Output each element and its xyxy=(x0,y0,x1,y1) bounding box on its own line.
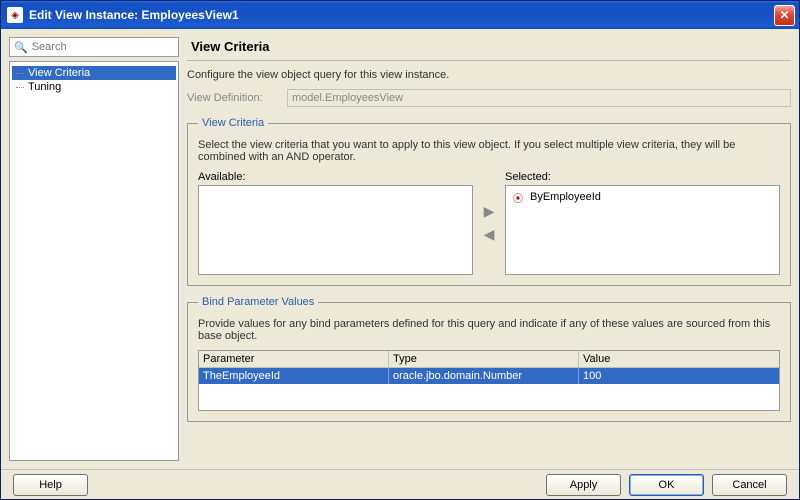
view-definition-label: View Definition: xyxy=(187,92,277,104)
table-row[interactable]: TheEmployeeId oracle.jbo.domain.Number 1… xyxy=(199,368,779,384)
list-item-label: ByEmployeeId xyxy=(530,191,601,203)
selected-list[interactable]: ⦿ ByEmployeeId xyxy=(505,185,780,275)
apply-button[interactable]: Apply xyxy=(546,474,621,496)
bind-params-group: Bind Parameter Values Provide values for… xyxy=(187,296,791,422)
bind-params-table: Parameter Type Value TheEmployeeId oracl… xyxy=(198,350,780,411)
view-criteria-legend: View Criteria xyxy=(198,117,268,129)
col-header-value[interactable]: Value xyxy=(579,351,779,368)
view-criteria-help: Select the view criteria that you want t… xyxy=(198,139,780,163)
cancel-button[interactable]: Cancel xyxy=(712,474,787,496)
page-intro: Configure the view object query for this… xyxy=(187,69,791,81)
search-icon: 🔍 xyxy=(14,41,28,54)
main-panel: View Criteria Configure the view object … xyxy=(187,37,791,461)
dialog-footer: Help Apply OK Cancel xyxy=(1,469,799,499)
titlebar: ◈ Edit View Instance: EmployeesView1 ✕ xyxy=(1,1,799,29)
nav-item-view-criteria[interactable]: View Criteria xyxy=(12,66,176,80)
selected-label: Selected xyxy=(505,171,780,183)
search-input[interactable]: 🔍 xyxy=(9,37,179,57)
view-criteria-group: View Criteria Select the view criteria t… xyxy=(187,117,791,286)
ok-button[interactable]: OK xyxy=(629,474,704,496)
close-button[interactable]: ✕ xyxy=(774,5,795,26)
nav-tree: View Criteria Tuning xyxy=(9,61,179,461)
help-button[interactable]: Help xyxy=(13,474,88,496)
nav-item-tuning[interactable]: Tuning xyxy=(12,80,176,94)
cell-value[interactable]: 100 xyxy=(579,368,779,384)
col-header-type[interactable]: Type xyxy=(389,351,579,368)
available-label: Available xyxy=(198,171,473,183)
app-icon: ◈ xyxy=(7,7,23,23)
cell-parameter: TheEmployeeId xyxy=(199,368,389,384)
criteria-icon: ⦿ xyxy=(510,189,526,205)
bind-params-help: Provide values for any bind parameters d… xyxy=(198,318,780,342)
window-title: Edit View Instance: EmployeesView1 xyxy=(29,8,774,22)
available-list[interactable] xyxy=(198,185,473,275)
search-field[interactable] xyxy=(32,41,174,53)
page-title: View Criteria xyxy=(187,37,791,61)
bind-params-legend: Bind Parameter Values xyxy=(198,296,318,308)
col-header-parameter[interactable]: Parameter xyxy=(199,351,389,368)
view-definition-field: model.EmployeesView xyxy=(287,89,791,107)
cell-type: oracle.jbo.domain.Number xyxy=(389,368,579,384)
move-right-button[interactable]: ▶ xyxy=(481,203,497,220)
sidebar: 🔍 View Criteria Tuning xyxy=(9,37,179,461)
list-item[interactable]: ⦿ ByEmployeeId xyxy=(508,188,777,206)
move-left-button[interactable]: ◀ xyxy=(481,226,497,243)
